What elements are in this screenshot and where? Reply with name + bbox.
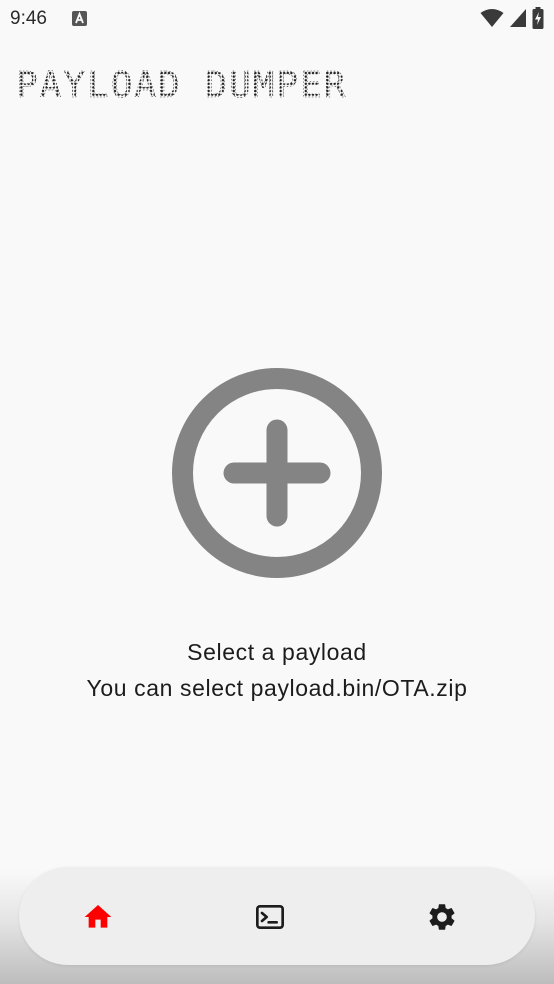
wifi-icon [480, 8, 504, 28]
empty-state-message: Select a payload You can select payload.… [0, 634, 554, 706]
battery-charging-icon [532, 7, 544, 29]
app-title: PAYLOAD DUMPER [16, 64, 396, 104]
gear-icon [429, 904, 455, 930]
status-bar: 9:46 [0, 0, 554, 38]
app-title-text: PAYLOAD DUMPER [16, 65, 347, 104]
message-subtitle: You can select payload.bin/OTA.zip [86, 675, 468, 701]
notification-a-icon [72, 11, 87, 26]
cellular-signal-icon [509, 8, 527, 28]
status-icons [480, 7, 544, 29]
nav-item-settings[interactable] [426, 901, 458, 933]
status-time: 9:46 [10, 8, 47, 29]
terminal-icon [256, 905, 284, 929]
message-title: Select a payload [187, 639, 367, 665]
add-circle-icon [172, 368, 382, 578]
nav-item-terminal[interactable] [254, 901, 286, 933]
bottom-navigation [19, 867, 535, 965]
select-payload-button[interactable] [172, 368, 382, 578]
home-icon [84, 905, 112, 928]
nav-item-home[interactable] [82, 901, 114, 933]
